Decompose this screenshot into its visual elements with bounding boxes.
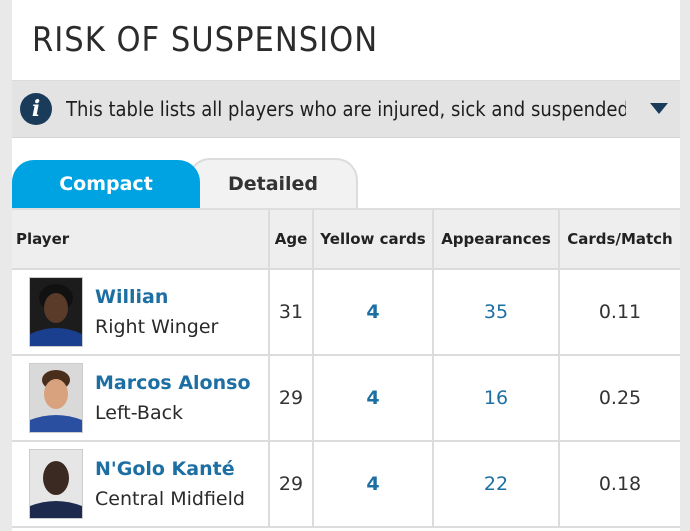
table-row: N'Golo Kanté Central Midfield 29 4 22 0.… [12, 441, 680, 528]
player-cell: N'Golo Kanté Central Midfield [12, 441, 270, 528]
player-name-link[interactable]: Marcos Alonso [95, 372, 251, 394]
age-cell: 29 [269, 355, 314, 442]
yellow-cards-cell[interactable]: 4 [313, 355, 434, 442]
column-header-appearances[interactable]: Appearances [433, 210, 560, 270]
chevron-down-icon[interactable] [650, 103, 668, 114]
tab-detailed[interactable]: Detailed [188, 158, 358, 208]
players-table: Player Age Yellow cards Appearances Card… [12, 210, 680, 528]
age-cell: 29 [269, 441, 314, 528]
player-photo[interactable] [29, 449, 83, 519]
column-header-age[interactable]: Age [269, 210, 314, 270]
player-position: Right Winger [95, 316, 219, 338]
appearances-cell[interactable]: 16 [433, 355, 560, 442]
page-title: RISK OF SUSPENSION [12, 0, 680, 81]
column-header-yellow-cards[interactable]: Yellow cards [313, 210, 434, 270]
yellow-cards-cell[interactable]: 4 [313, 269, 434, 356]
player-cell: Willian Right Winger [12, 269, 270, 356]
cards-per-match-cell: 0.25 [559, 355, 680, 442]
column-header-player[interactable]: Player [12, 210, 270, 270]
player-photo[interactable] [29, 277, 83, 347]
player-position: Left-Back [95, 402, 184, 424]
cards-per-match-cell: 0.18 [559, 441, 680, 528]
appearances-cell[interactable]: 35 [433, 269, 560, 356]
table-row: Willian Right Winger 31 4 35 0.11 [12, 269, 680, 356]
player-cell: Marcos Alonso Left-Back [12, 355, 270, 442]
cards-per-match-cell: 0.11 [559, 269, 680, 356]
yellow-cards-cell[interactable]: 4 [313, 441, 434, 528]
suspension-panel: RISK OF SUSPENSION i This table lists al… [12, 0, 680, 531]
player-photo[interactable] [29, 363, 83, 433]
table-row: Marcos Alonso Left-Back 29 4 16 0.25 [12, 355, 680, 442]
tab-compact[interactable]: Compact [12, 160, 200, 208]
info-text: This table lists all players who are inj… [66, 97, 626, 121]
player-position: Central Midfield [95, 488, 245, 510]
appearances-cell[interactable]: 22 [433, 441, 560, 528]
info-icon: i [20, 93, 52, 125]
table-header-row: Player Age Yellow cards Appearances Card… [12, 210, 680, 270]
player-name-link[interactable]: Willian [95, 286, 218, 308]
age-cell: 31 [269, 269, 314, 356]
info-bar[interactable]: i This table lists all players who are i… [12, 81, 680, 138]
player-name-link[interactable]: N'Golo Kanté [95, 458, 245, 480]
tab-bar: Detailed Compact [12, 138, 680, 210]
column-header-cards-per-match[interactable]: Cards/Match [559, 210, 680, 270]
